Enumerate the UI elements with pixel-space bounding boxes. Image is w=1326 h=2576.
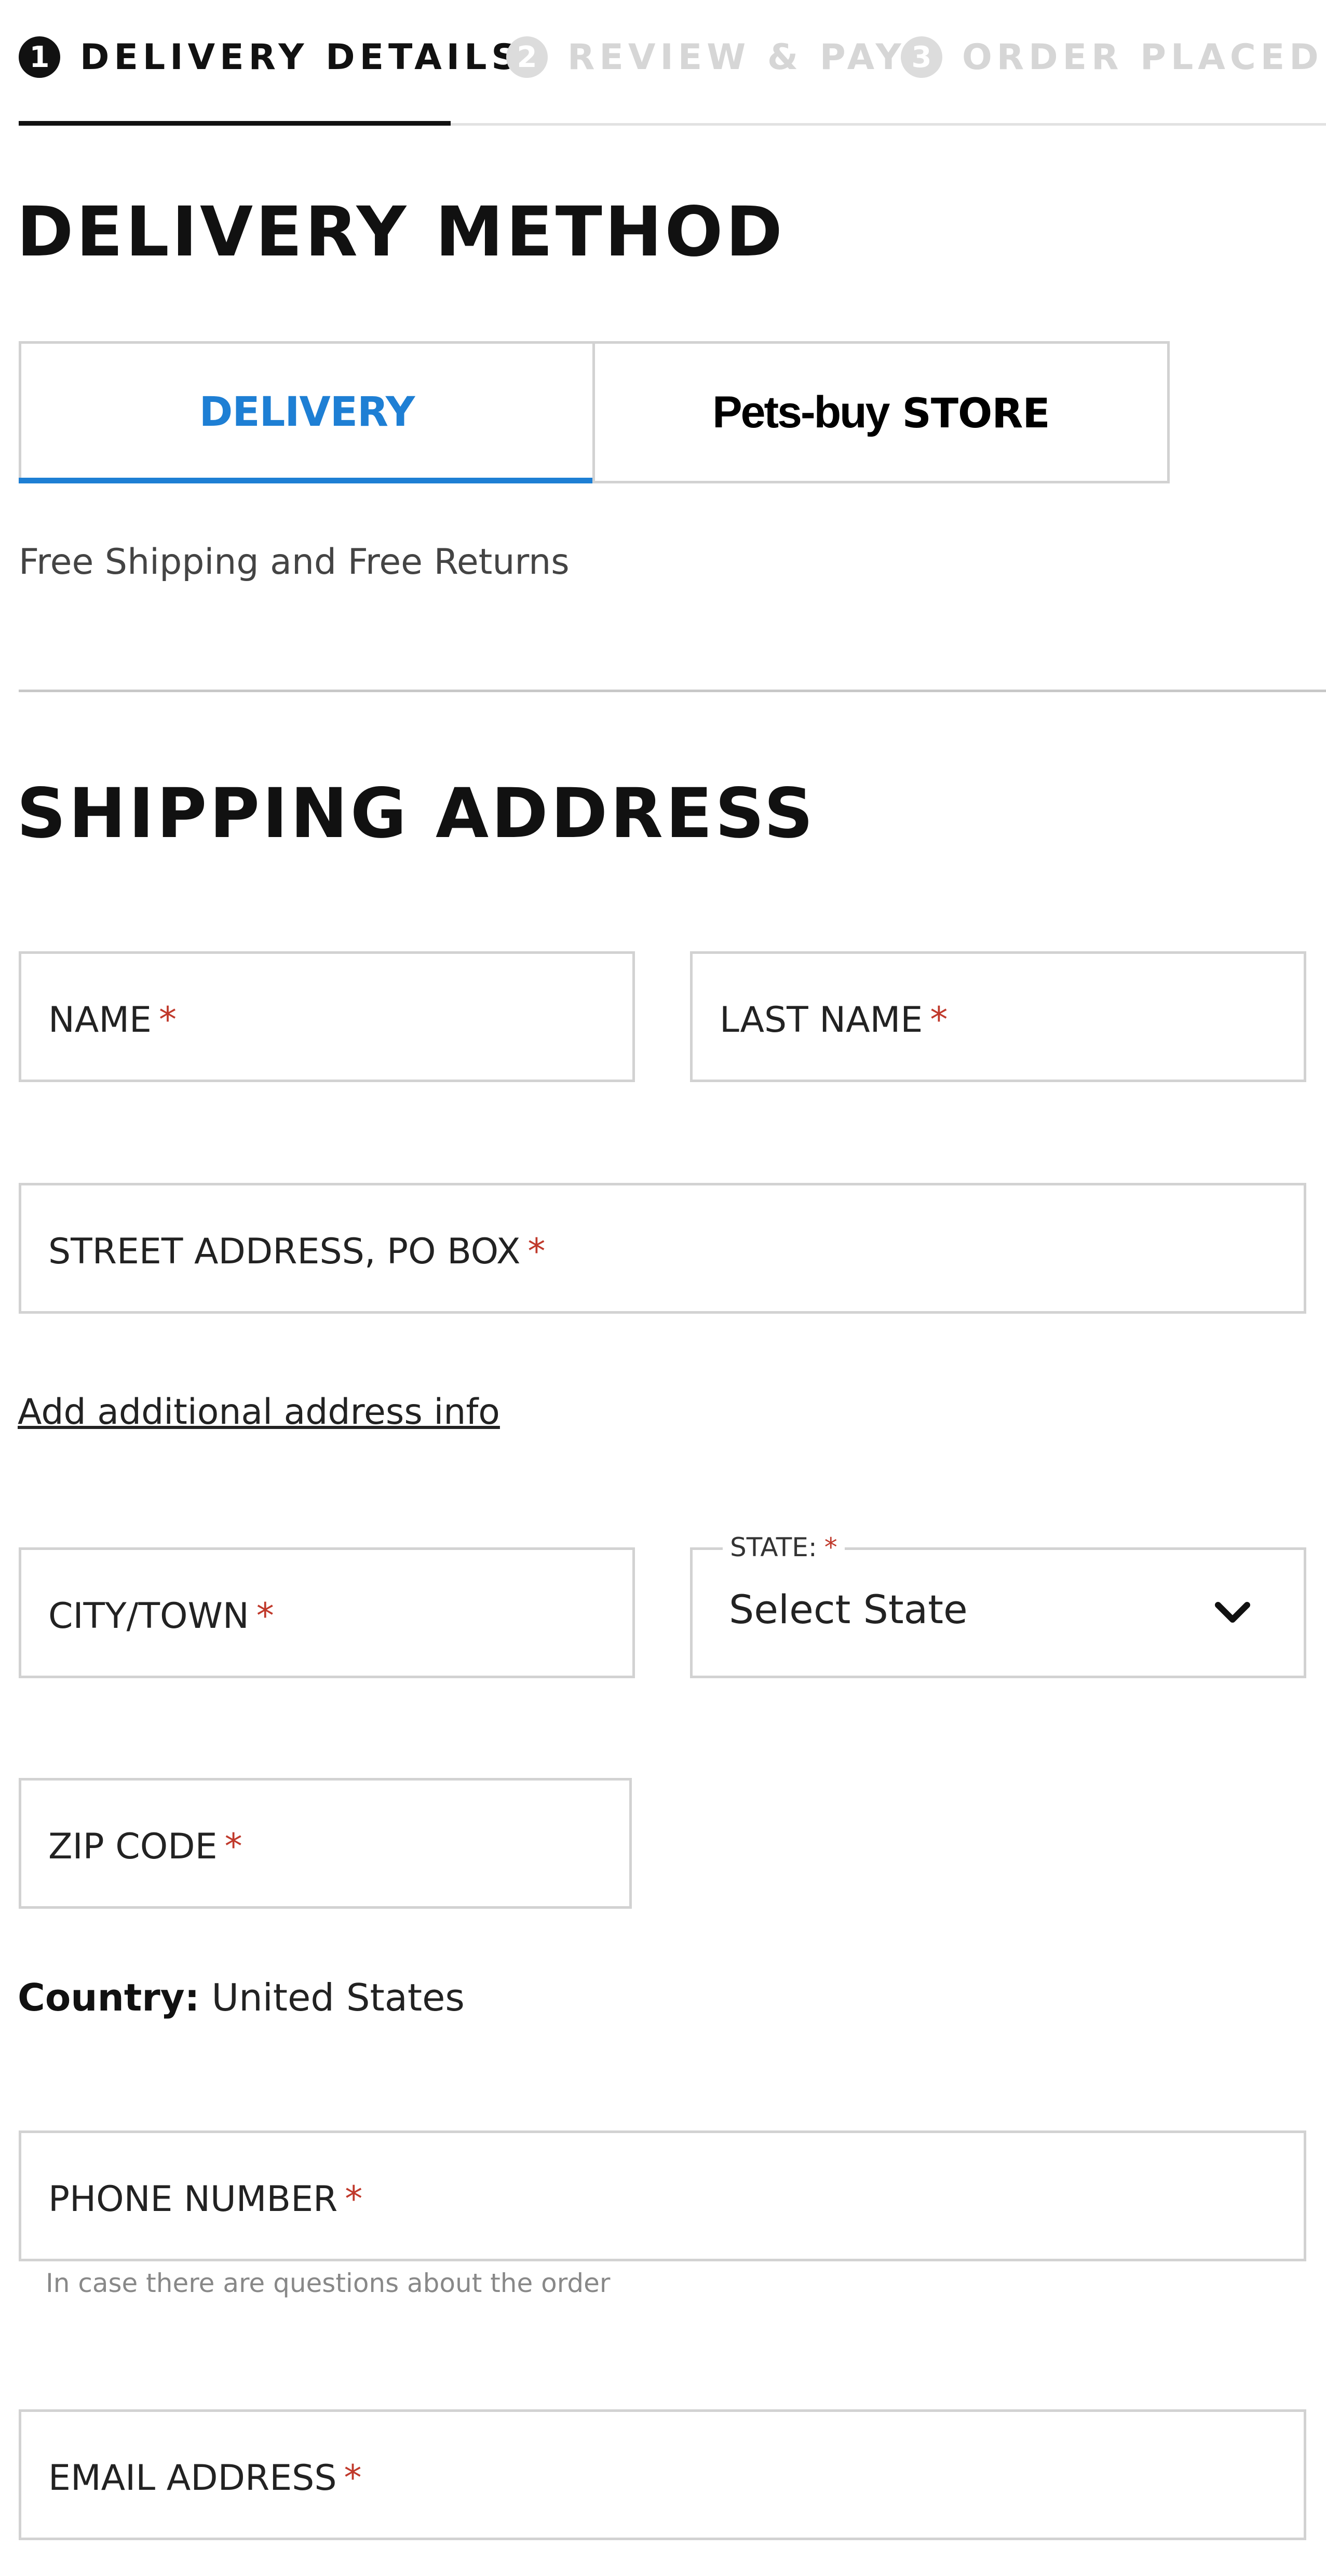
tab-delivery[interactable]: DELIVERY — [19, 341, 595, 483]
country-line: Country: United States — [18, 1976, 465, 2019]
state-selected-value: Select State — [729, 1586, 968, 1633]
step-number-2: 2 — [506, 36, 548, 78]
step-order-placed[interactable]: 3 ORDER PLACED — [901, 36, 1323, 78]
tab-store-label: Pets-buy STORE — [712, 387, 1050, 438]
store-word: STORE — [902, 390, 1050, 437]
step-number-1: 1 — [19, 36, 60, 78]
last-name-field-label: LAST NAME * — [720, 1000, 948, 1041]
shipping-address-title: SHIPPING ADDRESS — [17, 774, 816, 854]
zip-code-field[interactable]: ZIP CODE * — [19, 1778, 632, 1909]
email-address-field[interactable]: EMAIL ADDRESS * — [19, 2409, 1306, 2540]
phone-hint: In case there are questions about the or… — [46, 2268, 611, 2298]
add-address-info-link[interactable]: Add additional address info — [18, 1392, 500, 1433]
section-divider — [19, 690, 1326, 692]
state-floating-label: STATE: * — [723, 1532, 845, 1562]
phone-number-field-label: PHONE NUMBER * — [48, 2179, 363, 2220]
country-value: United States — [211, 1976, 465, 2019]
tab-delivery-label: DELIVERY — [199, 389, 415, 436]
tab-store[interactable]: Pets-buy STORE — [592, 341, 1170, 483]
zip-code-field-label: ZIP CODE * — [48, 1826, 242, 1867]
country-label: Country: — [18, 1976, 200, 2019]
state-select[interactable]: STATE: * Select State — [690, 1532, 1306, 1678]
last-name-field[interactable]: LAST NAME * — [690, 951, 1306, 1082]
step-label: REVIEW & PAY — [567, 36, 906, 78]
email-address-field-label: EMAIL ADDRESS * — [48, 2458, 362, 2499]
step-delivery-details[interactable]: 1 DELIVERY DETAILS — [19, 36, 521, 78]
city-field[interactable]: CITY/TOWN * — [19, 1547, 635, 1678]
step-review-pay[interactable]: 2 REVIEW & PAY — [506, 36, 906, 78]
step-label: DELIVERY DETAILS — [80, 36, 522, 78]
street-address-field[interactable]: STREET ADDRESS, PO BOX * — [19, 1183, 1306, 1314]
name-field-label: NAME * — [48, 1000, 177, 1041]
tab-delivery-selected-indicator — [19, 478, 595, 483]
store-brand-text: Pets-buy — [712, 387, 890, 437]
delivery-method-title: DELIVERY METHOD — [17, 192, 786, 272]
name-field[interactable]: NAME * — [19, 951, 635, 1082]
step-label: ORDER PLACED — [962, 36, 1323, 78]
shipping-note: Free Shipping and Free Returns — [19, 542, 570, 583]
city-field-label: CITY/TOWN * — [48, 1596, 274, 1637]
chevron-down-icon[interactable] — [1212, 1593, 1253, 1634]
active-step-underline — [19, 121, 451, 126]
step-number-3: 3 — [901, 36, 942, 78]
phone-number-field[interactable]: PHONE NUMBER * — [19, 2130, 1306, 2261]
street-address-field-label: STREET ADDRESS, PO BOX * — [48, 1231, 546, 1272]
